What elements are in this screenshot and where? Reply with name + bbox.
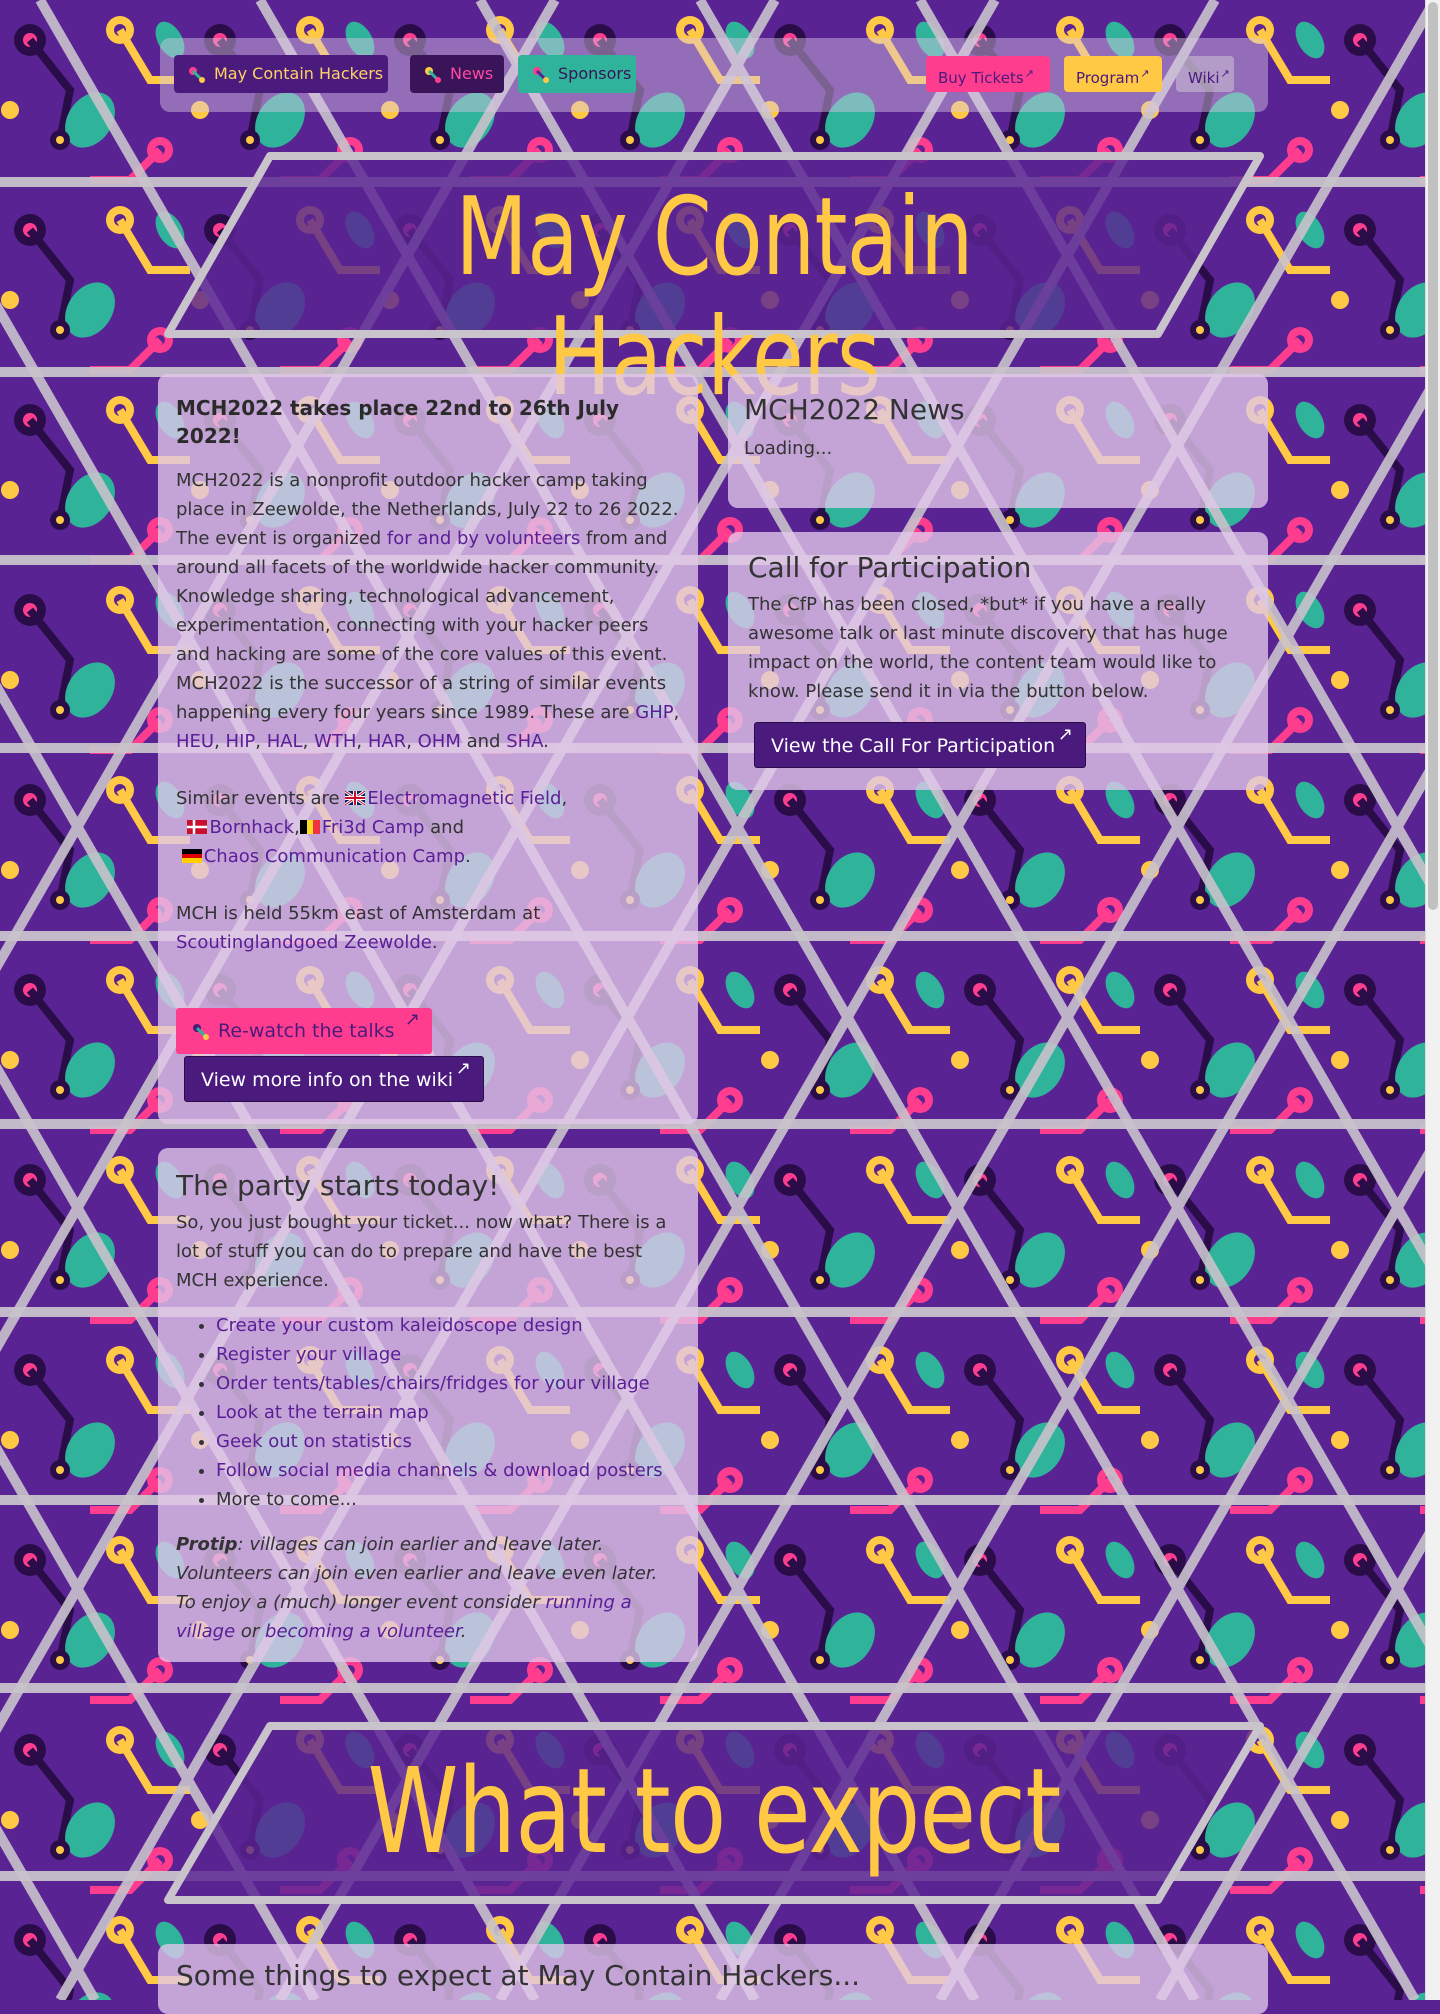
- protip-text: .: [460, 1621, 467, 1642]
- expect-title: What to expect: [367, 1742, 1061, 1880]
- protip-label: Protip: [176, 1534, 238, 1555]
- news-title: MCH2022 News: [744, 393, 965, 426]
- intro-title: MCH2022 takes place 22nd to 26th July 20…: [176, 396, 620, 448]
- program-label: Program: [1076, 69, 1140, 87]
- ccc-link[interactable]: Chaos Communication Camp: [204, 846, 465, 867]
- intro-paragraph-4: Similar events are Electromagnetic Field…: [176, 788, 568, 867]
- event-link-har[interactable]: HAR: [368, 731, 406, 752]
- view-cfp-button[interactable]: View the Call For Participation ↗: [754, 722, 1086, 768]
- news-loading: Loading...: [744, 438, 833, 459]
- program-button[interactable]: Program↗: [1064, 56, 1162, 92]
- external-link-icon: ↗: [455, 1058, 471, 1079]
- nav-sponsors-label: Sponsors: [558, 64, 632, 83]
- external-link-icon: ↗: [1220, 67, 1230, 80]
- more-to-come: More to come...: [216, 1489, 357, 1510]
- order-equipment-link[interactable]: Order tents/tables/chairs/fridges for yo…: [216, 1373, 650, 1394]
- rewatch-label: Re-watch the talks: [218, 1020, 395, 1042]
- event-link-sha[interactable]: SHA: [506, 731, 543, 752]
- hacker-logo-icon: [193, 1023, 209, 1040]
- wiki-info-button[interactable]: View more info on the wiki ↗: [184, 1056, 484, 1102]
- expect-banner: What to expect: [160, 1720, 1268, 1906]
- intro-text: and: [424, 817, 465, 838]
- list-item[interactable]: Follow social media channels & download …: [216, 1456, 680, 1485]
- event-link-heu[interactable]: HEU: [176, 731, 214, 752]
- external-link-icon: ↗: [1024, 67, 1034, 80]
- wiki-info-label: View more info on the wiki: [201, 1069, 454, 1091]
- list-item: More to come...: [216, 1485, 680, 1514]
- buy-tickets-button[interactable]: Buy Tickets↗: [926, 56, 1050, 92]
- expect-card-title: Some things to expect at May Contain Hac…: [176, 1959, 861, 1992]
- list-item[interactable]: Geek out on statistics: [216, 1427, 680, 1456]
- external-link-icon: ↗: [1057, 724, 1073, 745]
- external-link-icon: ↗: [1140, 67, 1150, 80]
- intro-paragraph-5: MCH is held 55km east of Amsterdam at Sc…: [176, 903, 541, 953]
- party-intro: So, you just bought your ticket... now w…: [176, 1212, 667, 1291]
- protip-text: or: [235, 1621, 266, 1642]
- top-navigation: May Contain Hackers News Sponsors Buy Ti…: [160, 38, 1268, 112]
- belgium-flag-icon: [299, 820, 320, 834]
- cfp-card: Call for Participation The CfP has been …: [728, 532, 1268, 790]
- nav-home-label: May Contain Hackers: [214, 64, 384, 83]
- party-card: The party starts today! So, you just bou…: [158, 1148, 698, 1662]
- news-card: MCH2022 News Loading...: [728, 374, 1268, 508]
- list-item[interactable]: Look at the terrain map: [216, 1398, 680, 1427]
- cfp-text: The CfP has been closed, *but* if you ha…: [748, 594, 1228, 702]
- terrain-map-link[interactable]: Look at the terrain map: [216, 1402, 429, 1423]
- event-link-ohm[interactable]: OHM: [418, 731, 461, 752]
- hero-banner: May Contain Hackers: [160, 150, 1268, 418]
- external-link-icon: ↗: [404, 1009, 420, 1030]
- statistics-link[interactable]: Geek out on statistics: [216, 1431, 412, 1452]
- kaleidoscope-link[interactable]: Create your custom kaleidoscope design: [216, 1315, 583, 1336]
- register-village-link[interactable]: Register your village: [216, 1344, 401, 1365]
- intro-card: MCH2022 takes place 22nd to 26th July 20…: [158, 374, 698, 1124]
- event-link-wth[interactable]: WTH: [314, 731, 356, 752]
- scrollbar[interactable]: [1425, 0, 1440, 2000]
- fri3d-link[interactable]: Fri3d Camp: [322, 817, 425, 838]
- bornhack-link[interactable]: Bornhack: [209, 817, 294, 838]
- intro-text: MCH2022 is the successor of a string of …: [176, 673, 667, 723]
- hacker-logo-icon: [189, 66, 205, 83]
- location-link[interactable]: Scoutinglandgoed Zeewolde: [176, 932, 432, 953]
- intro-paragraph-2: Knowledge sharing, technological advance…: [176, 586, 668, 665]
- denmark-flag-icon: [187, 820, 208, 834]
- hacker-logo-icon: [533, 66, 549, 83]
- list-item[interactable]: Register your village: [216, 1340, 680, 1369]
- becoming-volunteer-link[interactable]: becoming a volunteer: [265, 1621, 461, 1642]
- intro-text: and: [460, 731, 507, 752]
- scrollbar-thumb[interactable]: [1428, 2, 1438, 910]
- list-item[interactable]: Create your custom kaleidoscope design: [216, 1311, 680, 1340]
- nav-sponsors-link[interactable]: Sponsors: [518, 55, 636, 93]
- intro-text: Similar events are: [176, 788, 346, 809]
- social-media-link[interactable]: Follow social media channels & download …: [216, 1460, 663, 1481]
- party-todo-list: Create your custom kaleidoscope design R…: [176, 1311, 680, 1514]
- event-link-hal[interactable]: HAL: [267, 731, 303, 752]
- list-item[interactable]: Order tents/tables/chairs/fridges for yo…: [216, 1369, 680, 1398]
- buy-tickets-label: Buy Tickets: [938, 69, 1024, 87]
- intro-paragraph-3: MCH2022 is the successor of a string of …: [176, 673, 680, 752]
- wiki-label: Wiki: [1188, 69, 1220, 87]
- germany-flag-icon: [181, 849, 202, 863]
- nav-news-label: News: [450, 64, 494, 83]
- volunteers-link[interactable]: for and by volunteers: [387, 528, 580, 549]
- expect-card: Some things to expect at May Contain Hac…: [158, 1944, 1268, 2014]
- protip: Protip: villages can join earlier and le…: [176, 1530, 680, 1646]
- wiki-button[interactable]: Wiki↗: [1176, 56, 1234, 92]
- uk-flag-icon: [345, 791, 366, 805]
- event-link-ghp[interactable]: GHP: [635, 702, 673, 723]
- hacker-logo-icon: [425, 66, 441, 83]
- view-cfp-label: View the Call For Participation: [771, 735, 1056, 757]
- party-title: The party starts today!: [176, 1169, 500, 1202]
- intro-paragraph-1: MCH2022 is a nonprofit outdoor hacker ca…: [176, 466, 680, 582]
- rewatch-talks-button[interactable]: Re-watch the talks ↗: [176, 1008, 432, 1054]
- nav-home-link[interactable]: May Contain Hackers: [174, 55, 388, 93]
- nav-news-link[interactable]: News: [410, 55, 504, 93]
- emf-link[interactable]: Electromagnetic Field: [367, 788, 561, 809]
- event-link-hip[interactable]: HIP: [226, 731, 256, 752]
- intro-text: MCH is held 55km east of Amsterdam at: [176, 903, 541, 924]
- cfp-title: Call for Participation: [748, 551, 1032, 584]
